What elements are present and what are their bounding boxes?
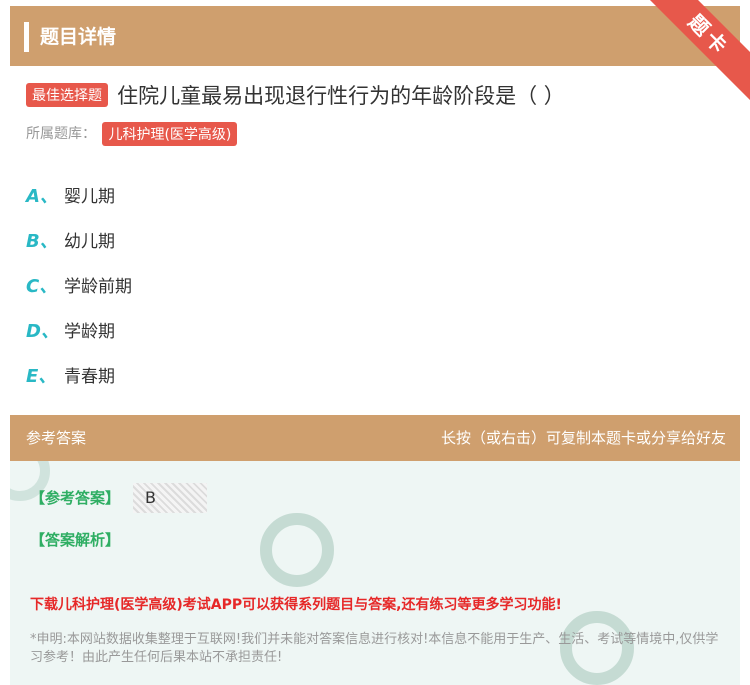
header-accent-bar: [24, 22, 29, 52]
option-letter: A、: [26, 185, 58, 207]
option-letter: D、: [26, 320, 59, 342]
question-block: 最佳选择题 住院儿童最易出现退行性行为的年龄阶段是（ ）: [26, 80, 726, 110]
option-text: 青春期: [64, 367, 115, 387]
page-header: 题目详情: [10, 6, 740, 66]
question-text: 住院儿童最易出现退行性行为的年龄阶段是（ ）: [117, 84, 565, 108]
option-d[interactable]: D、 学龄期: [26, 307, 132, 352]
analysis-label: 【答案解析】: [30, 531, 121, 549]
watermark-logo-icon: [260, 513, 334, 587]
bank-label: 所属题库：: [26, 126, 96, 142]
answer-section-header: 参考答案 长按（或右击）可复制本题卡或分享给好友: [10, 415, 740, 461]
question-type-badge: 最佳选择题: [26, 83, 108, 107]
disclaimer-text: *申明:本网站数据收集整理于互联网!我们并未能对答案信息进行核对!本信息不能用于…: [30, 632, 719, 665]
answer-value: B: [133, 483, 207, 513]
answer-section-title: 参考答案: [26, 429, 87, 447]
option-letter: B、: [26, 230, 58, 252]
download-app-link[interactable]: 下载儿科护理(医学高级)考试APP可以获得系列题目与答案,还有练习等更多学习功能…: [30, 594, 562, 614]
share-hint: 长按（或右击）可复制本题卡或分享给好友: [440, 429, 726, 447]
bank-name-badge[interactable]: 儿科护理(医学高级): [102, 122, 238, 146]
page-title: 题目详情: [40, 26, 117, 48]
option-letter: C、: [26, 275, 58, 297]
option-text: 幼儿期: [64, 232, 115, 252]
option-e[interactable]: E、 青春期: [26, 352, 132, 397]
option-text: 婴儿期: [64, 187, 115, 207]
option-letter: E、: [26, 365, 57, 387]
option-text: 学龄前期: [64, 277, 132, 297]
option-c[interactable]: C、 学龄前期: [26, 262, 132, 307]
option-list: A、 婴儿期 B、 幼儿期 C、 学龄前期 D、 学龄期 E、 青春期: [26, 172, 132, 397]
option-b[interactable]: B、 幼儿期: [26, 217, 132, 262]
option-a[interactable]: A、 婴儿期: [26, 172, 132, 217]
answer-label: 【参考答案】: [30, 489, 121, 507]
option-text: 学龄期: [64, 322, 115, 342]
answer-section-body: 【参考答案】 B 【答案解析】 下载儿科护理(医学高级)考试APP可以获得系列题…: [10, 461, 740, 685]
question-bank-row: 所属题库： 儿科护理(医学高级): [26, 122, 238, 146]
